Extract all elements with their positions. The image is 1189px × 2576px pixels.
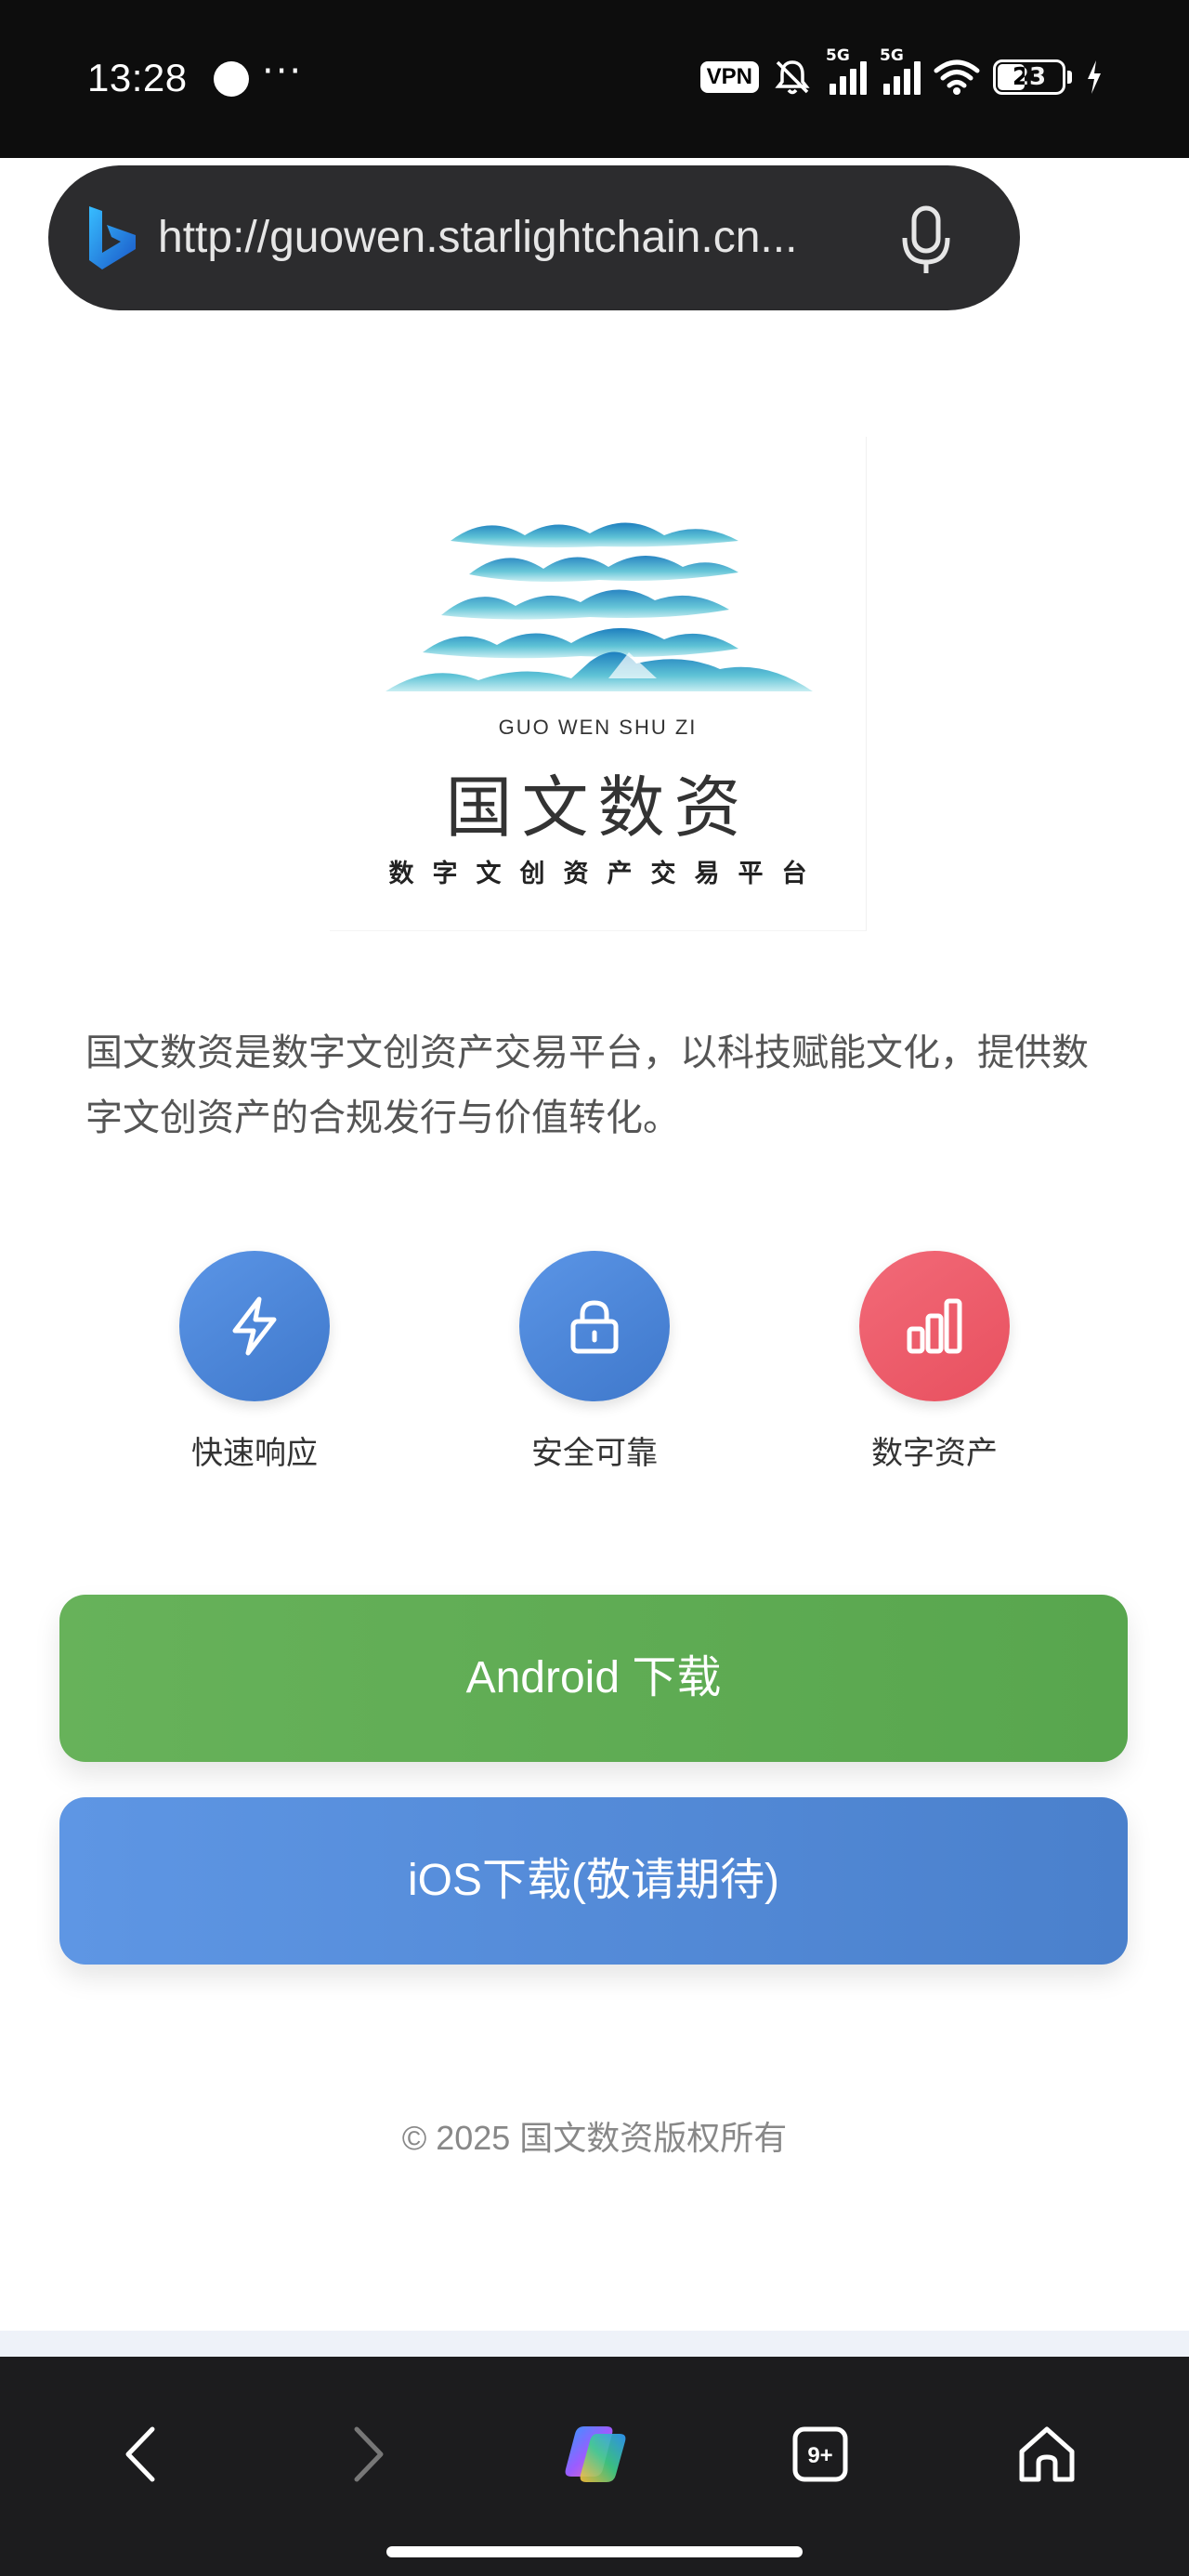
logo-english-text: GUO WEN SHU ZI bbox=[498, 716, 698, 739]
feature-label: 安全可靠 bbox=[531, 1435, 658, 1472]
tabs-count: 9+ bbox=[807, 2443, 832, 2468]
tabs-count-icon: 9+ bbox=[792, 2426, 848, 2482]
network-type-2: 5G bbox=[880, 46, 904, 65]
feature-list: 快速响应 安全可靠 数字资产 bbox=[0, 1251, 1189, 1492]
status-time: 13:28 bbox=[87, 56, 188, 99]
chevron-right-icon bbox=[354, 2426, 384, 2482]
page: 13:28 ··· VPN 5G 5G 23 http://guowen.sta… bbox=[0, 0, 1189, 2576]
home-icon bbox=[1019, 2426, 1075, 2482]
address-bar[interactable]: http://guowen.starlightchain.cn... bbox=[48, 165, 1020, 310]
lightning-icon bbox=[179, 1251, 330, 1401]
browser-nav-bar: 9+ bbox=[0, 2357, 1189, 2576]
mute-bell-icon bbox=[775, 60, 810, 95]
recording-dot-icon bbox=[214, 61, 249, 97]
more-dots-icon[interactable] bbox=[1050, 216, 1115, 262]
url-text[interactable]: http://guowen.starlightchain.cn... bbox=[158, 212, 920, 263]
chevron-left-icon bbox=[125, 2426, 155, 2482]
android-download-button[interactable]: Android 下载 bbox=[59, 1595, 1128, 1762]
feature-secure: 安全可靠 bbox=[483, 1251, 706, 1473]
cell-signal-2-icon: 5G bbox=[880, 46, 921, 95]
charging-icon bbox=[1088, 60, 1101, 94]
back-button[interactable] bbox=[98, 2412, 182, 2496]
tabs-button[interactable]: 9+ bbox=[778, 2412, 862, 2496]
feature-digital-assets: 数字资产 bbox=[823, 1251, 1046, 1473]
content-bottom-edge bbox=[0, 2331, 1189, 2357]
forward-button[interactable] bbox=[327, 2412, 411, 2496]
logo-chinese-text: 国文数资 bbox=[445, 769, 751, 847]
logo-subtitle: 数字文创资产交易平台 bbox=[388, 860, 826, 888]
battery-icon: 23 bbox=[993, 59, 1065, 95]
ios-download-button[interactable]: iOS下载(敬请期待) bbox=[59, 1797, 1128, 1965]
brand-logo: GUO WEN SHU ZI 国文数资 数字文创资产交易平台 bbox=[330, 437, 867, 931]
status-more-icon: ··· bbox=[262, 50, 304, 93]
intro-paragraph: 国文数资是数字文创资产交易平台，以科技赋能文化，提供数字文创资产的合规发行与价值… bbox=[85, 1032, 1089, 1139]
copilot-button[interactable] bbox=[554, 2412, 637, 2496]
bar-chart-icon bbox=[859, 1251, 1010, 1401]
vpn-badge: VPN bbox=[699, 61, 759, 93]
network-type-1: 5G bbox=[826, 46, 850, 65]
battery-level: 23 bbox=[1012, 63, 1047, 91]
status-icons: VPN 5G 5G 23 bbox=[699, 46, 1104, 100]
web-content: GUO WEN SHU ZI 国文数资 数字文创资产交易平台 国文数资是数字文创… bbox=[0, 335, 1189, 2331]
status-bar: 13:28 ··· VPN 5G 5G 23 http://guowen.sta… bbox=[0, 0, 1189, 310]
mic-icon[interactable] bbox=[894, 203, 959, 277]
home-button[interactable] bbox=[1005, 2412, 1089, 2496]
copilot-icon bbox=[565, 2426, 626, 2482]
feature-label: 数字资产 bbox=[871, 1435, 998, 1472]
bing-icon[interactable] bbox=[85, 204, 141, 271]
mountain-logo-icon bbox=[385, 522, 813, 691]
feature-label: 快速响应 bbox=[191, 1435, 318, 1472]
cell-signal-1-icon: 5G bbox=[826, 46, 867, 95]
home-indicator[interactable] bbox=[386, 2546, 803, 2557]
feature-fast-response: 快速响应 bbox=[143, 1251, 366, 1473]
copyright-footer: © 2025 国文数资版权所有 bbox=[401, 2119, 788, 2157]
lock-icon bbox=[519, 1251, 670, 1401]
wifi-icon bbox=[934, 59, 980, 95]
